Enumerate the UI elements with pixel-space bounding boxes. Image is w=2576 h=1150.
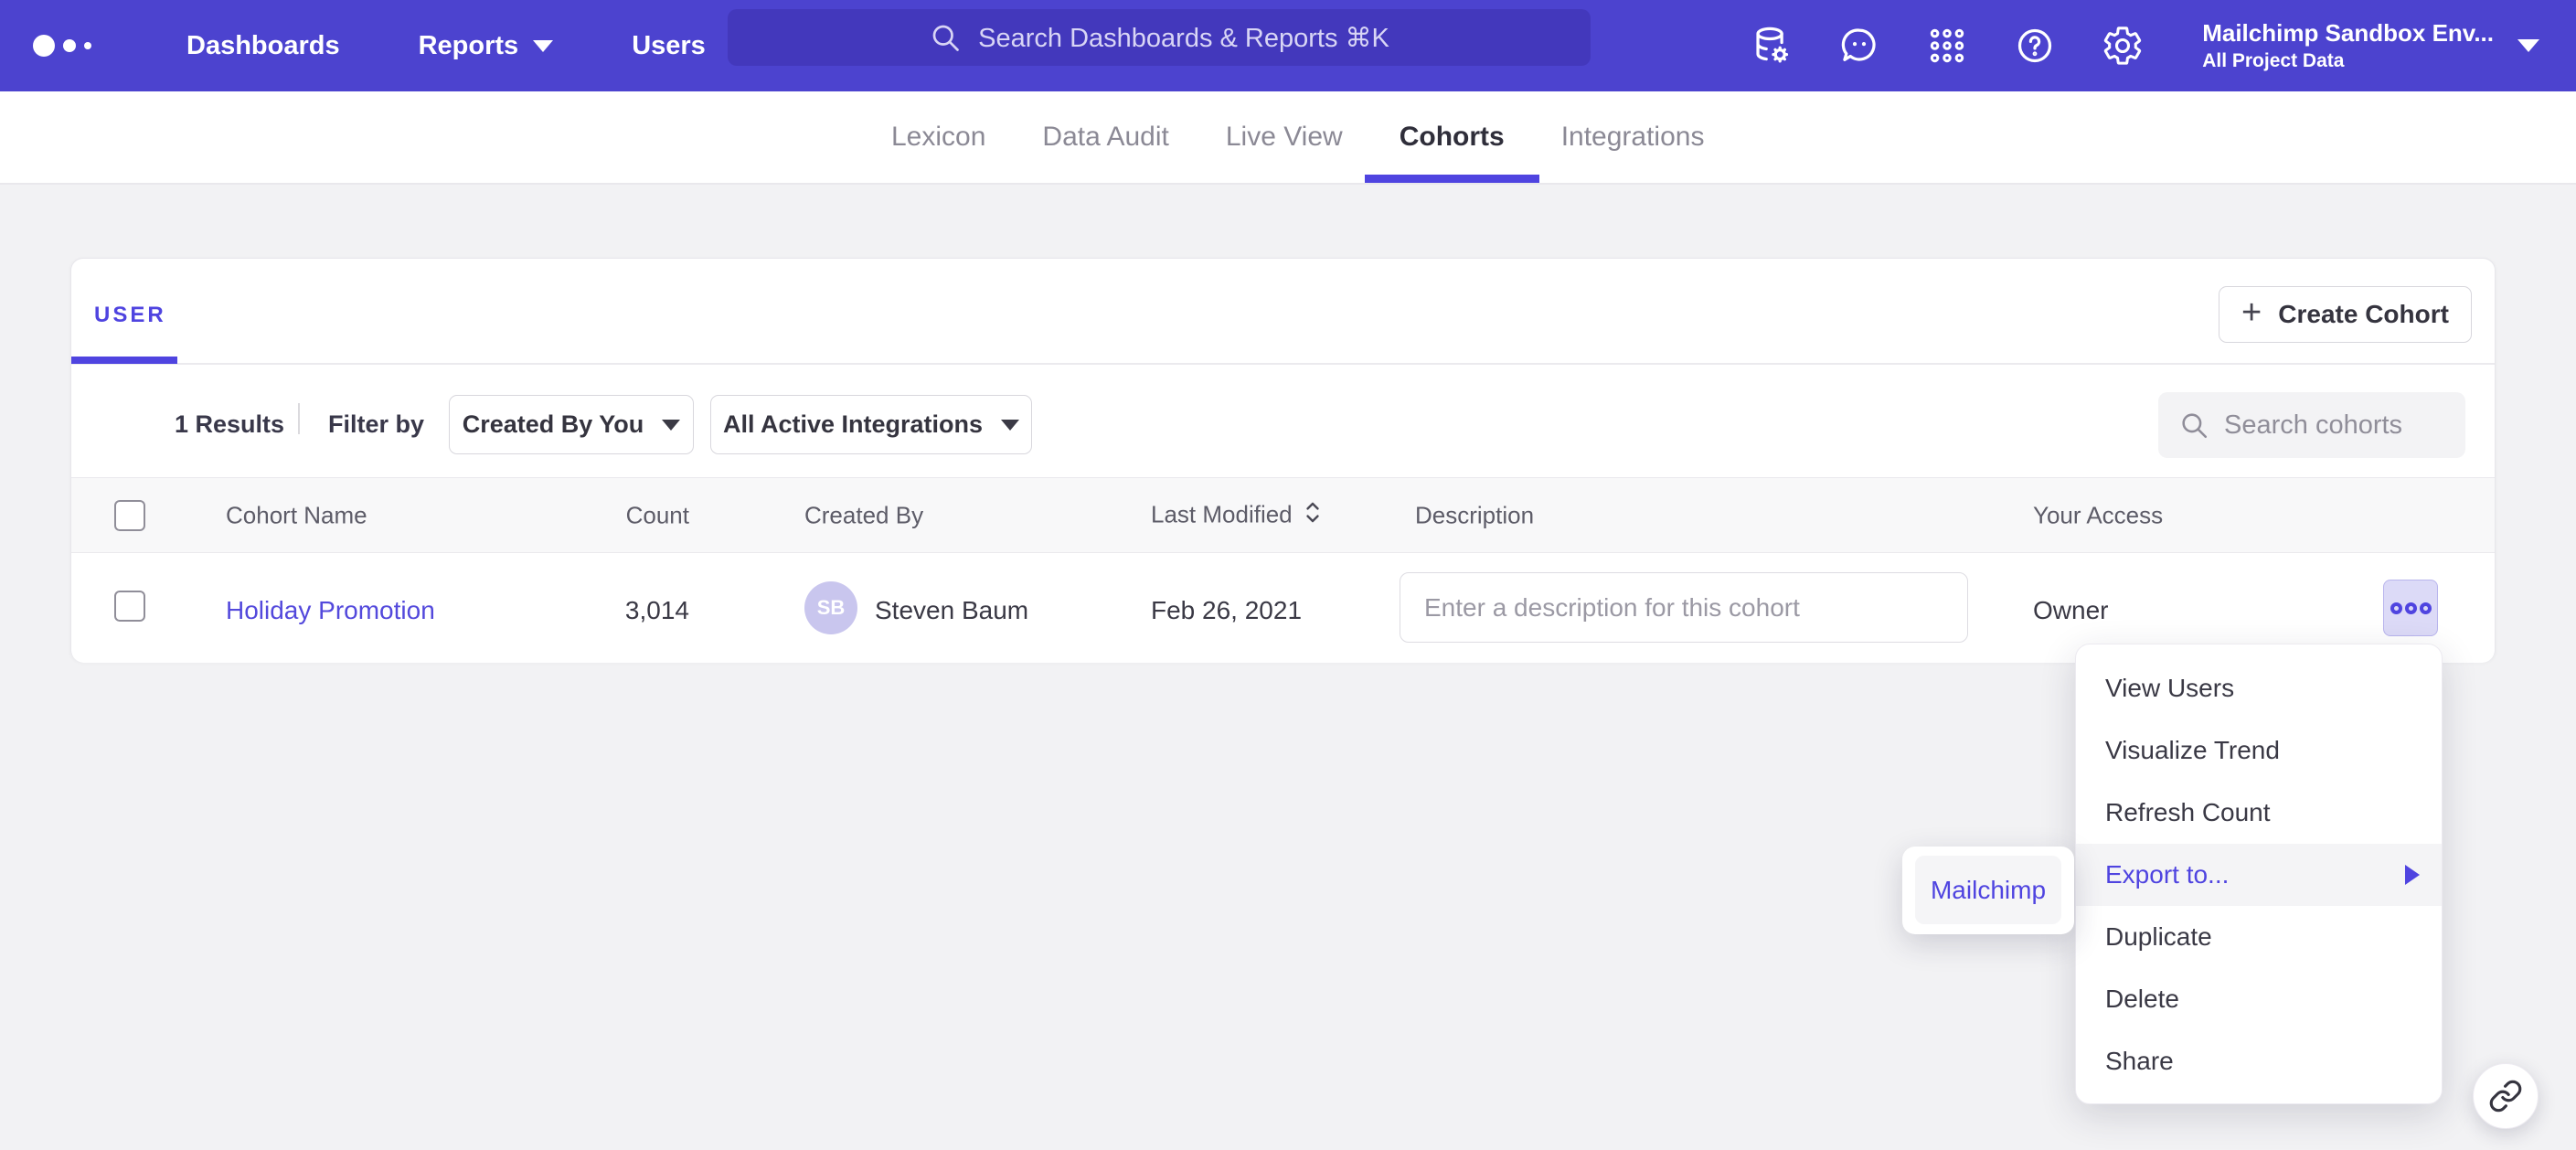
tab-data-audit[interactable]: Data Audit	[1042, 91, 1168, 183]
tab-integrations[interactable]: Integrations	[1561, 91, 1705, 183]
data-management-icon[interactable]	[1751, 25, 1793, 67]
menu-item-refresh-count[interactable]: Refresh Count	[2076, 782, 2442, 844]
last-modified-date: Feb 26, 2021	[1151, 596, 1302, 625]
col-your-access: Your Access	[2033, 501, 2163, 529]
menu-item-export-to[interactable]: Export to...	[2076, 844, 2442, 906]
submenu-item-mailchimp[interactable]: Mailchimp	[1915, 856, 2061, 924]
col-cohort-name: Cohort Name	[226, 501, 367, 529]
top-navbar: Dashboards Reports Users Search Dashboar…	[0, 0, 2576, 91]
col-last-modified-sort[interactable]: Last Modified	[1151, 498, 1324, 532]
description-input[interactable]	[1400, 572, 1968, 643]
global-search-input[interactable]: Search Dashboards & Reports ⌘K	[728, 9, 1591, 66]
copy-link-button[interactable]	[2473, 1063, 2539, 1129]
col-description: Description	[1415, 501, 1534, 529]
help-icon[interactable]	[2014, 25, 2056, 67]
tab-user-cohorts[interactable]: USER	[94, 303, 166, 328]
project-name: Mailchimp Sandbox Env...	[2202, 18, 2494, 48]
search-icon	[2178, 410, 2209, 441]
integrations-filter-dropdown[interactable]: All Active Integrations	[710, 395, 1032, 454]
nav-item-dashboards[interactable]: Dashboards	[186, 31, 340, 61]
section-tabbar: Lexicon Data Audit Live View Cohorts Int…	[0, 91, 2576, 185]
chevron-down-icon	[662, 420, 680, 431]
table-header-row: Cohort Name Count Created By Last Modifi…	[71, 477, 2495, 553]
created-by-name: Steven Baum	[875, 596, 1028, 625]
search-icon	[929, 21, 962, 54]
mixpanel-logo-icon[interactable]	[33, 35, 115, 57]
chevron-down-icon	[1001, 420, 1019, 431]
created-by-filter-dropdown[interactable]: Created By You	[449, 395, 694, 454]
feedback-icon[interactable]	[1838, 25, 1880, 67]
export-submenu: Mailchimp	[1902, 847, 2074, 934]
submenu-arrow-icon	[2405, 865, 2420, 885]
col-count: Count	[483, 501, 689, 529]
section-tabs: Lexicon Data Audit Live View Cohorts Int…	[891, 91, 1704, 183]
link-icon	[2488, 1079, 2523, 1113]
chevron-down-icon	[2517, 39, 2539, 52]
filter-by-label: Filter by	[328, 410, 424, 439]
menu-item-view-users[interactable]: View Users	[2076, 657, 2442, 719]
global-search-placeholder: Search Dashboards & Reports ⌘K	[978, 22, 1389, 54]
cohort-name-link[interactable]: Holiday Promotion	[226, 596, 435, 625]
divider	[298, 403, 300, 434]
sort-icon	[1302, 498, 1324, 532]
menu-item-duplicate[interactable]: Duplicate	[2076, 906, 2442, 968]
menu-item-share[interactable]: Share	[2076, 1030, 2442, 1092]
col-created-by: Created By	[804, 501, 923, 529]
project-scope: All Project Data	[2202, 48, 2494, 73]
chevron-down-icon	[533, 40, 553, 52]
cohort-search-box	[2158, 392, 2465, 458]
cohort-count: 3,014	[483, 596, 689, 625]
nav-item-users[interactable]: Users	[632, 31, 706, 61]
menu-item-delete[interactable]: Delete	[2076, 968, 2442, 1030]
row-checkbox[interactable]	[114, 591, 145, 622]
row-context-menu: View Users Visualize Trend Refresh Count…	[2075, 644, 2443, 1104]
tab-lexicon[interactable]: Lexicon	[891, 91, 985, 183]
results-count: 1 Results	[175, 410, 284, 439]
tab-cohorts[interactable]: Cohorts	[1400, 91, 1505, 183]
cohorts-panel: USER + Create Cohort 1 Results Filter by…	[70, 258, 2496, 662]
primary-nav: Dashboards Reports Users	[186, 31, 706, 61]
ellipsis-icon	[2390, 602, 2402, 614]
tab-live-view[interactable]: Live View	[1226, 91, 1343, 183]
row-more-actions-button[interactable]	[2383, 580, 2438, 636]
avatar: SB	[804, 581, 857, 634]
navbar-right: Mailchimp Sandbox Env... All Project Dat…	[1751, 0, 2576, 91]
project-switcher[interactable]: Mailchimp Sandbox Env... All Project Dat…	[2202, 18, 2539, 73]
cohort-search-input[interactable]	[2224, 410, 2443, 441]
access-value: Owner	[2033, 596, 2108, 625]
menu-item-visualize-trend[interactable]: Visualize Trend	[2076, 719, 2442, 782]
active-tab-underline	[71, 357, 177, 364]
divider	[71, 363, 2495, 365]
create-cohort-button[interactable]: + Create Cohort	[2219, 286, 2472, 343]
nav-item-reports[interactable]: Reports	[419, 31, 554, 61]
select-all-checkbox[interactable]	[114, 500, 145, 531]
apps-grid-icon[interactable]	[1926, 25, 1968, 67]
settings-gear-icon[interactable]	[2102, 25, 2144, 67]
plus-icon: +	[2241, 295, 2262, 330]
